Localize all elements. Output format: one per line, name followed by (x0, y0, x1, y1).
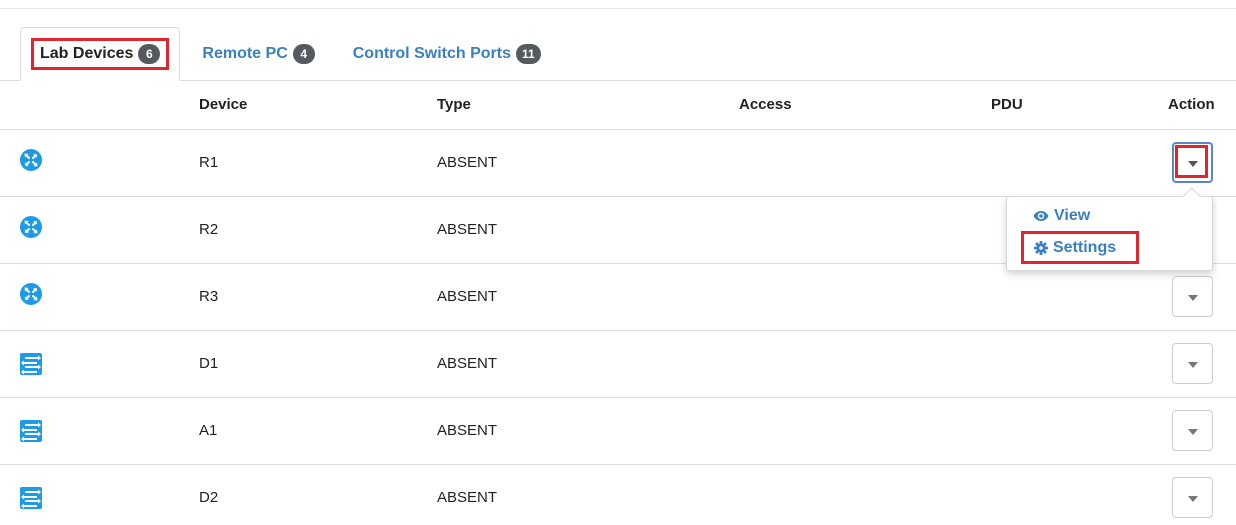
header-access: Access (739, 96, 792, 113)
cell-device: R1 (199, 154, 219, 171)
menu-item-settings-label: Settings (1053, 239, 1117, 256)
switch-icon (20, 487, 42, 509)
action-dropdown-button[interactable] (1172, 477, 1213, 518)
tab-control-switch-ports-count: 11 (515, 44, 541, 64)
menu-item-view[interactable]: View (1033, 207, 1090, 225)
cell-type: ABSENT (437, 355, 498, 372)
caret-down-icon (1188, 496, 1198, 502)
cell-device: R2 (199, 221, 219, 238)
table-row: D1 ABSENT (0, 331, 1236, 398)
gear-icon (1034, 241, 1048, 255)
router-icon (20, 283, 42, 305)
header-action: Action (1168, 96, 1215, 113)
cell-device: A1 (199, 422, 218, 439)
header-type: Type (437, 96, 471, 113)
action-dropdown-button[interactable] (1172, 142, 1213, 183)
cell-device: R3 (199, 288, 219, 305)
caret-down-icon (1188, 161, 1198, 167)
tab-remote-pc-count: 4 (292, 44, 315, 64)
table-row: A1 ABSENT (0, 398, 1236, 465)
panel-top-border (0, 8, 1236, 9)
tab-lab-devices-count: 6 (138, 44, 161, 64)
table-row: R3 ABSENT (0, 264, 1236, 331)
tab-remote-pc-label: Remote PC (202, 45, 288, 62)
tab-lab-devices-label: Lab Devices (40, 45, 134, 62)
tab-lab-devices[interactable]: Lab Devices 6 (20, 27, 181, 81)
table-header: Device Type Access PDU Action (0, 80, 1236, 130)
action-dropdown-button[interactable] (1172, 410, 1213, 451)
cell-device: D2 (199, 489, 219, 506)
tab-remote-pc[interactable]: Remote PC 4 (192, 27, 324, 81)
action-dropdown-button[interactable] (1172, 276, 1213, 317)
action-dropdown-button[interactable] (1172, 343, 1213, 384)
tab-control-switch-ports-label: Control Switch Ports (352, 45, 511, 62)
cell-type: ABSENT (437, 422, 498, 439)
action-dropdown-menu: View Settings (1006, 196, 1213, 271)
eye-icon (1033, 211, 1049, 221)
caret-down-icon (1188, 295, 1198, 301)
header-device: Device (199, 96, 248, 113)
cell-type: ABSENT (437, 154, 498, 171)
menu-item-view-label: View (1054, 207, 1091, 224)
router-icon (20, 149, 42, 171)
cell-type: ABSENT (437, 221, 498, 238)
tab-lab-devices-highlight: Lab Devices 6 (31, 38, 170, 70)
menu-item-settings[interactable]: Settings (1034, 239, 1116, 257)
cell-type: ABSENT (437, 489, 498, 506)
cell-device: D1 (199, 355, 219, 372)
tab-control-switch-ports[interactable]: Control Switch Ports 11 (343, 27, 551, 81)
caret-down-icon (1188, 429, 1198, 435)
router-icon (20, 216, 42, 238)
switch-icon (20, 420, 42, 442)
caret-down-icon (1188, 362, 1198, 368)
devices-panel: Lab Devices 6 Remote PC 4 Control Switch… (0, 0, 1236, 525)
cell-type: ABSENT (437, 288, 498, 305)
table-row: D2 ABSENT (0, 465, 1236, 525)
tab-bar: Lab Devices 6 Remote PC 4 Control Switch… (20, 27, 551, 81)
header-pdu: PDU (991, 96, 1023, 113)
switch-icon (20, 353, 42, 375)
table-row: R1 ABSENT (0, 130, 1236, 197)
